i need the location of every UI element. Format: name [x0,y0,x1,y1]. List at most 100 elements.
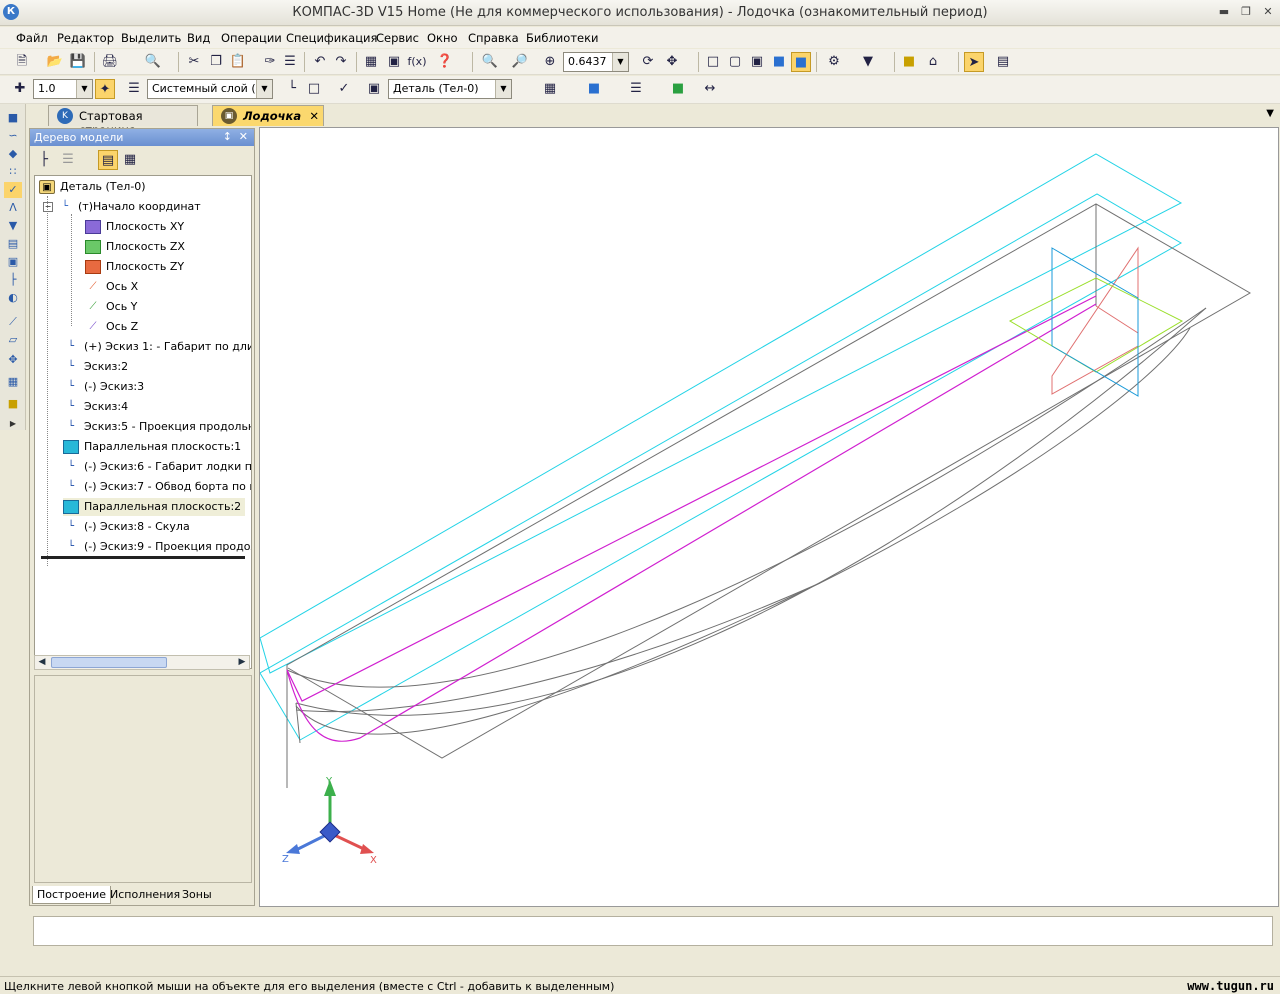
restore-icon[interactable]: ❐ [1238,5,1254,19]
tree-item-sketch-9[interactable]: └ (-) Эскиз:9 - Проекция продольн [63,538,251,556]
tree-item-part[interactable]: ▣ Деталь (Тел-0) [39,178,146,196]
tree-item-sketch-3[interactable]: └ (-) Эскиз:3 [63,378,144,396]
open-file-icon[interactable]: 📂 [45,52,65,72]
plane-tool-icon[interactable]: ▱ [4,332,22,348]
zoom-in-icon[interactable]: ⊕ [540,52,560,72]
tree-item-sketch-4[interactable]: └ Эскиз:4 [63,398,128,416]
macro-icon[interactable]: ■ [4,396,22,412]
perspective-icon[interactable]: ■ [899,52,919,72]
zoom-frame-icon[interactable]: 🔍 [480,52,500,72]
paste-icon[interactable]: 📋 [228,52,248,72]
cut-icon[interactable]: ✂ [184,52,204,72]
body-combo[interactable]: Деталь (Тел-0) ▼ [388,79,512,99]
tab-build[interactable]: Построение [32,886,112,904]
tree-item-plane-xy[interactable]: Плоскость XY [85,218,184,236]
chevron-down-icon[interactable]: ▼ [612,53,628,71]
tree-order-icon[interactable]: ☰ [58,150,78,170]
redo-icon[interactable]: ↷ [331,52,351,72]
edit-sketch-icon[interactable]: □ [304,79,324,99]
tree-structure-icon[interactable]: ├ [34,150,54,170]
menu-editor[interactable]: Редактор [57,31,114,45]
tab-zones[interactable]: Зоны [178,886,216,904]
print-icon[interactable]: 🖨 [100,52,120,72]
edit-details-icon[interactable]: ■ [4,110,22,126]
layers-icon[interactable]: ☰ [124,79,144,99]
tree-item-plane-zy[interactable]: Плоскость ZY [85,258,184,276]
styles-icon[interactable]: ☰ [626,79,646,99]
tree-item-axis-x[interactable]: ⟋ Ось X [85,278,139,296]
scroll-thumb[interactable] [51,657,167,668]
line-tool-icon[interactable]: ⟋ [4,314,22,330]
model-wireframe[interactable]: Y X Z [259,128,1278,906]
menu-view[interactable]: Вид [187,31,210,45]
tree-item-sketch-8[interactable]: └ (-) Эскиз:8 - Скула [63,518,190,536]
property-box[interactable] [33,916,1273,946]
manager-icon[interactable]: ▦ [361,52,381,72]
section-icon[interactable]: ⚙ [824,52,844,72]
filter-icon[interactable]: ▼ [858,52,878,72]
tree-item-sketch-2[interactable]: └ Эскиз:2 [63,358,128,376]
body-select-icon[interactable]: ▣ [364,79,384,99]
menu-specification[interactable]: Спецификация [286,31,377,45]
library-manager-icon[interactable]: ▣ [384,52,404,72]
end-of-tree-marker[interactable] [41,556,245,559]
pin-icon[interactable]: ↕ [223,130,232,143]
copy-icon[interactable]: ❐ [206,52,226,72]
undo-icon[interactable]: ↶ [310,52,330,72]
menu-window[interactable]: Окно [427,31,458,45]
preview-icon[interactable]: 🔍 [143,52,163,72]
layer-combo[interactable]: Системный слой (0) ▼ [147,79,273,99]
menu-libraries[interactable]: Библиотеки [526,31,599,45]
tree-item-sketch-5[interactable]: └ Эскиз:5 - Проекция продольного [63,418,251,436]
arrays-icon[interactable]: ∷ [4,164,22,180]
menu-operations[interactable]: Операции [221,31,282,45]
format-brush-icon[interactable]: ✑ [260,52,280,72]
tree-item-sketch-7[interactable]: └ (-) Эскиз:7 - Обвод борта по пал [63,478,251,496]
rotate-icon[interactable]: ⟳ [638,52,658,72]
scroll-right-icon[interactable]: ▶ [235,656,249,669]
sheet-body-icon[interactable]: Λ [4,200,22,216]
reports-icon[interactable]: ▣ [4,254,22,270]
close-tab-icon[interactable]: ✕ [309,109,319,123]
step-combo[interactable]: 1.0 ▼ [33,79,93,99]
variables-icon[interactable]: f(x) [405,52,429,72]
spatial-curves-icon[interactable]: ∽ [4,128,22,144]
grid-step-icon[interactable]: ✚ [10,79,30,99]
tree-item-sketch-1[interactable]: └ (+) Эскиз 1: - Габарит по длине [63,338,251,356]
close-panel-icon[interactable]: ✕ [239,130,248,143]
tree-item-plane-zx[interactable]: Плоскость ZX [85,238,185,256]
parameters-icon[interactable]: ▤ [993,52,1013,72]
surfaces-icon[interactable]: ◆ [4,146,22,162]
home-view-icon[interactable]: ⌂ [923,52,943,72]
measure-icon[interactable]: ├ [4,272,22,288]
help-cursor-icon[interactable]: ❓ [435,52,455,72]
zoom-window-icon[interactable]: 🔎 [510,52,530,72]
shaded-edges-icon[interactable]: ■ [791,52,811,72]
tab-versions[interactable]: Исполнения [106,886,184,904]
assembly-tool-icon[interactable]: ▦ [4,374,22,390]
axis-tool-icon[interactable]: ✥ [4,352,22,368]
hidden-lines-icon[interactable]: ▢ [725,52,745,72]
shaded-icon[interactable]: ■ [769,52,789,72]
close-icon[interactable]: ✕ [1260,5,1276,19]
tab-start-page[interactable]: K Стартовая страница [48,105,198,137]
menu-service[interactable]: Сервис [376,31,419,45]
chevron-down-icon[interactable]: ▼ [76,80,92,98]
tree-item-axis-y[interactable]: ⟋ Ось Y [85,298,138,316]
scroll-left-icon[interactable]: ◀ [35,656,49,669]
material-icon[interactable]: ▦ [540,79,560,99]
color-icon[interactable]: ■ [584,79,604,99]
tab-lodochka[interactable]: ▣ Лодочка ✕ [212,105,324,126]
hidden-thin-icon[interactable]: ▣ [747,52,767,72]
tree-item-parallel-plane-2[interactable]: Параллельная плоскость:2 [63,498,246,516]
zoom-combo[interactable]: 0.6437 ▼ [563,52,629,72]
filter-selection-icon[interactable]: ▼ [4,218,22,234]
aux-geometry-icon[interactable]: ✓ [4,182,22,198]
tree-export-icon[interactable]: ▦ [120,150,140,170]
tab-list-chevron-icon[interactable]: ▼ [1266,108,1274,119]
collapse-icon[interactable]: − [43,202,53,212]
tree-item-origin[interactable]: − └ (т)Начало координат [43,198,201,216]
mcs-icon[interactable]: ■ [668,79,688,99]
model-viewport[interactable]: Y X Z [259,127,1279,907]
wireframe-icon[interactable]: □ [703,52,723,72]
